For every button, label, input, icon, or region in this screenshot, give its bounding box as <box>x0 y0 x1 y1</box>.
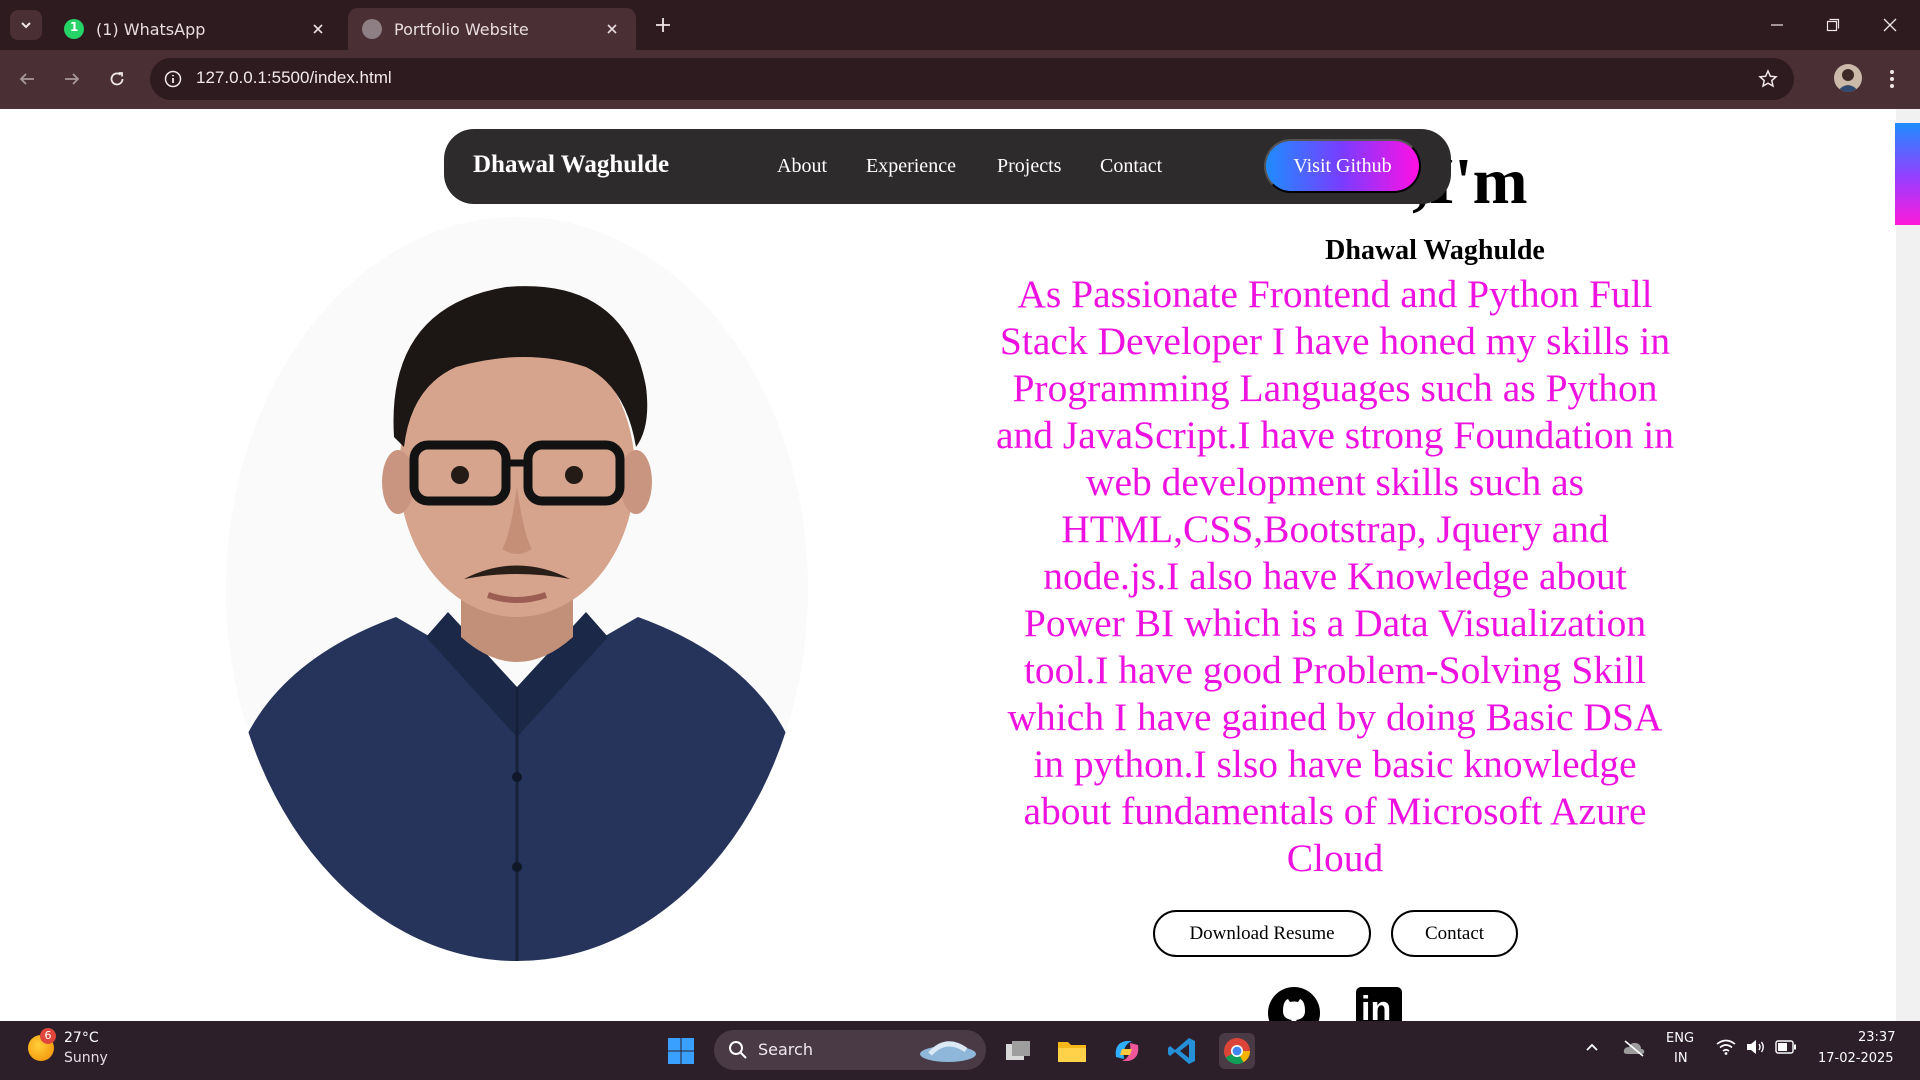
onedrive-offline-icon[interactable] <box>1622 1039 1646 1061</box>
profile-photo <box>226 217 808 961</box>
minimize-icon <box>1771 24 1783 26</box>
nav-link-projects[interactable]: Projects <box>997 155 1061 178</box>
taskbar-search[interactable]: Search <box>714 1030 986 1070</box>
wifi-icon[interactable] <box>1716 1039 1736 1059</box>
close-icon[interactable] <box>308 19 328 39</box>
browser-tab-strip: 1 (1) WhatsApp Portfolio Website <box>0 0 1920 50</box>
web-page: Hi,I'm Dhawal Waghulde About Experience … <box>0 109 1920 1021</box>
contact-button[interactable]: Contact <box>1391 910 1518 957</box>
nav-link-contact[interactable]: Contact <box>1100 155 1162 178</box>
tab-search-dropdown[interactable] <box>10 10 42 40</box>
hero-name: Dhawal Waghulde <box>1325 235 1545 266</box>
chrome-icon[interactable] <box>1219 1033 1255 1069</box>
restore-icon <box>1826 18 1840 32</box>
close-icon[interactable] <box>602 19 622 39</box>
weather-condition[interactable]: Sunny <box>64 1050 108 1066</box>
github-icon[interactable] <box>1268 987 1320 1021</box>
nav-link-about[interactable]: About <box>777 155 827 178</box>
scrollbar-thumb[interactable] <box>1895 123 1920 225</box>
start-button[interactable] <box>663 1033 699 1069</box>
clock-time[interactable]: 23:37 <box>1858 1030 1895 1045</box>
address-bar[interactable]: 127.0.0.1:5500/index.html <box>150 58 1794 100</box>
chevron-up-icon[interactable] <box>1584 1039 1600 1059</box>
url-text: 127.0.0.1:5500/index.html <box>196 68 392 87</box>
browser-toolbar: 127.0.0.1:5500/index.html <box>0 50 1920 109</box>
task-view-icon[interactable] <box>1000 1033 1036 1069</box>
vscode-icon[interactable] <box>1164 1033 1200 1069</box>
restore-button[interactable] <box>1820 12 1846 38</box>
taskbar: 6 27°C Sunny Search ENG IN 23:37 17-02-2… <box>0 1021 1920 1080</box>
visit-github-button[interactable]: Visit Github <box>1264 139 1421 193</box>
tab-whatsapp[interactable]: 1 (1) WhatsApp <box>50 8 342 50</box>
download-resume-button[interactable]: Download Resume <box>1153 910 1371 957</box>
close-icon <box>1883 18 1897 32</box>
minimize-button[interactable] <box>1764 12 1790 38</box>
new-tab-button[interactable] <box>650 12 676 38</box>
profile-avatar[interactable] <box>1834 64 1862 92</box>
file-explorer-icon[interactable] <box>1054 1033 1090 1069</box>
tab-title: Portfolio Website <box>394 19 529 39</box>
search-label: Search <box>758 1040 813 1059</box>
navbar: Dhawal Waghulde About Experience Project… <box>444 129 1451 204</box>
forward-button[interactable] <box>57 64 87 94</box>
back-button[interactable] <box>12 64 42 94</box>
search-highlight-icon <box>920 1041 976 1062</box>
arrow-left-icon <box>19 73 34 85</box>
weather-temperature[interactable]: 27°C <box>64 1030 99 1046</box>
arrow-right-icon <box>65 73 80 85</box>
browser-menu-button[interactable] <box>1880 64 1904 94</box>
tab-portfolio[interactable]: Portfolio Website <box>348 8 636 50</box>
brand-name[interactable]: Dhawal Waghulde <box>473 151 669 179</box>
site-info-icon[interactable] <box>162 68 184 90</box>
copilot-icon[interactable] <box>1109 1033 1145 1069</box>
weather-badge: 6 <box>40 1028 56 1044</box>
reload-icon <box>110 72 124 86</box>
windows-logo-icon <box>668 1038 694 1064</box>
globe-icon <box>362 19 382 39</box>
bookmark-star-icon[interactable] <box>1756 67 1780 91</box>
chevron-down-icon <box>21 22 31 29</box>
plus-icon <box>656 18 670 32</box>
region-indicator[interactable]: IN <box>1674 1051 1688 1066</box>
reload-button[interactable] <box>102 64 132 94</box>
hero-description: As Passionate Frontend and Python Full S… <box>996 272 1674 880</box>
close-window-button[interactable] <box>1877 12 1903 38</box>
search-icon <box>729 1041 747 1059</box>
scrollbar-track[interactable] <box>1896 109 1920 1021</box>
linkedin-icon[interactable]: in <box>1356 987 1402 1021</box>
whatsapp-icon: 1 <box>64 19 84 39</box>
language-indicator[interactable]: ENG <box>1666 1031 1694 1046</box>
battery-icon[interactable] <box>1775 1039 1797 1058</box>
tab-title: (1) WhatsApp <box>96 19 206 39</box>
linkedin-glyph: in <box>1361 990 1392 1021</box>
nav-link-experience[interactable]: Experience <box>866 155 956 178</box>
volume-icon[interactable] <box>1746 1039 1766 1059</box>
kebab-menu-icon <box>1890 70 1894 88</box>
clock-date[interactable]: 17-02-2025 <box>1818 1051 1894 1066</box>
